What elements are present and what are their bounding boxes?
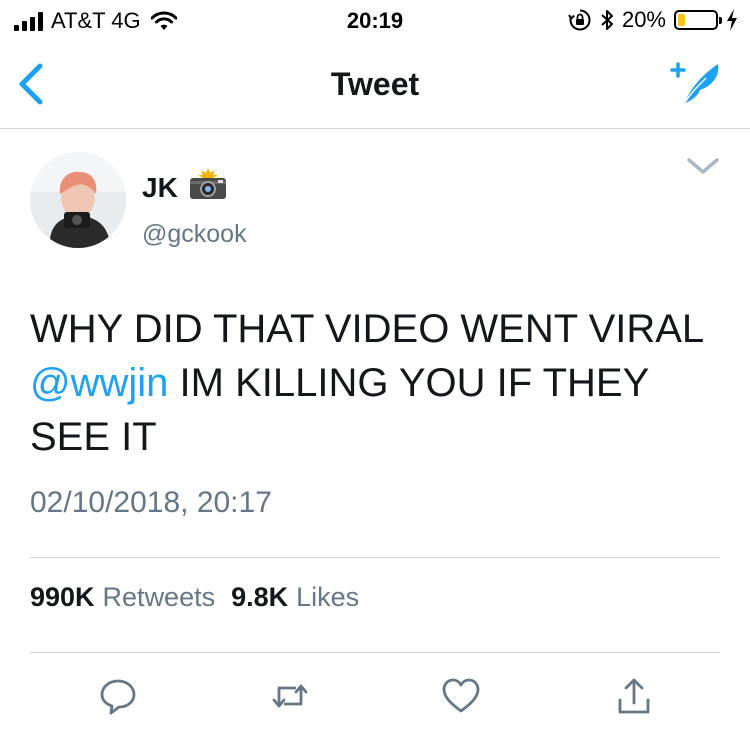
retweets-count[interactable]: 990K	[30, 582, 95, 613]
avatar[interactable]	[30, 152, 126, 248]
battery-percent: 20%	[621, 7, 666, 32]
tweet-text-line-3: SEE IT	[30, 415, 157, 459]
author-handle[interactable]: @gckook	[142, 220, 247, 249]
like-icon	[442, 678, 480, 713]
status-bar: AT&T 4G 20:19 20%	[0, 0, 750, 40]
reply-icon	[100, 679, 136, 715]
tweet-text-line-2: @wwjin IM KILLING YOU IF THEY	[30, 356, 730, 410]
retweet-icon	[272, 684, 308, 708]
status-bar-right: 20%	[568, 7, 738, 33]
retweet-button[interactable]	[270, 676, 310, 716]
avatar-photo	[30, 152, 126, 248]
tweet-timestamp: 02/10/2018, 20:17	[30, 486, 272, 519]
mention-link[interactable]: @wwjin	[30, 361, 168, 405]
retweets-label[interactable]: Retweets	[103, 582, 216, 613]
tweet-options-button[interactable]	[686, 154, 720, 178]
author-name-row[interactable]: JK	[142, 168, 228, 207]
share-button[interactable]	[614, 676, 654, 716]
likes-count[interactable]: 9.8K	[231, 582, 288, 613]
orientation-lock-icon	[568, 9, 591, 31]
likes-label[interactable]: Likes	[296, 582, 359, 613]
tweet-text-line-1: WHY DID THAT VIDEO WENT VIRAL	[30, 307, 705, 351]
battery-level-fill	[678, 14, 685, 26]
camera-with-flash-icon	[188, 168, 228, 207]
battery-icon	[674, 10, 722, 30]
share-icon	[618, 678, 650, 714]
page-title: Tweet	[330, 66, 420, 102]
compose-feather-icon	[670, 62, 719, 105]
bluetooth-icon	[601, 10, 613, 30]
divider-bottom	[30, 652, 720, 653]
tweet-text: WHY DID THAT VIDEO WENT VIRAL @wwjin IM …	[30, 302, 730, 464]
chevron-down-icon	[687, 158, 719, 174]
compose-tweet-button[interactable]	[670, 58, 728, 108]
like-button[interactable]	[441, 676, 481, 716]
divider-top	[30, 557, 720, 558]
reply-button[interactable]	[98, 676, 138, 716]
tweet-stats: 990K Retweets 9.8K Likes	[30, 582, 375, 613]
author-name: JK	[142, 171, 178, 203]
charging-bolt-icon	[727, 9, 737, 31]
navigation-bar: Tweet	[0, 40, 750, 129]
tweet-text-line-2-rest: IM KILLING YOU IF THEY	[168, 361, 650, 405]
battery-nub	[719, 17, 722, 24]
